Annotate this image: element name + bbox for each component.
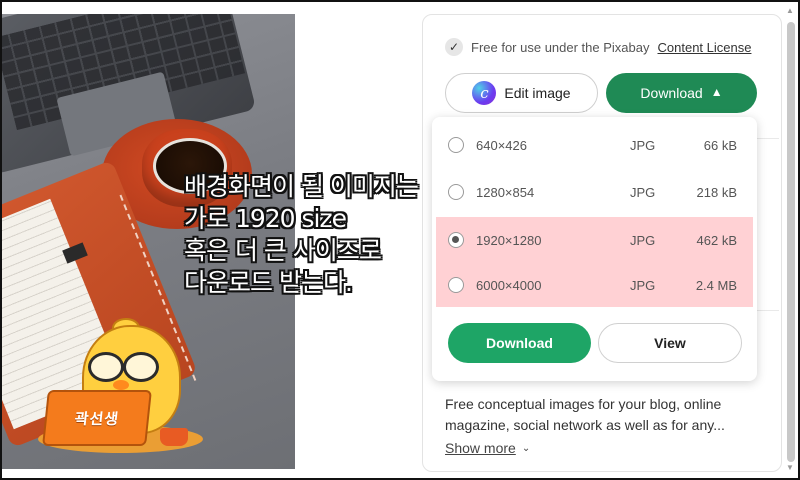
mascot-glasses-left bbox=[88, 352, 124, 382]
image-description: Free conceptual images for your blog, on… bbox=[445, 396, 725, 433]
download-button[interactable]: Download bbox=[448, 323, 591, 363]
chevron-up-icon: ▲ bbox=[710, 85, 723, 99]
panel-divider bbox=[757, 138, 779, 139]
size-option-640[interactable]: 640×426 JPG 66 kB bbox=[436, 123, 753, 167]
mascot-laptop: 곽선생 bbox=[42, 390, 152, 446]
show-more-link[interactable]: Show more ⌄ bbox=[445, 440, 530, 456]
edit-image-label: Edit image bbox=[504, 85, 571, 101]
size-option-6000[interactable]: 6000×4000 JPG 2.4 MB bbox=[436, 263, 753, 307]
caption-line: 가로 1920 size bbox=[184, 204, 347, 233]
license-text: Free for use under the Pixabay bbox=[471, 39, 650, 55]
option-format: JPG bbox=[630, 137, 656, 153]
license-notice: ✓ Free for use under the Pixabay Content… bbox=[445, 36, 751, 58]
option-dimensions: 640×426 bbox=[476, 137, 527, 153]
edit-image-button[interactable]: c Edit image bbox=[445, 73, 598, 113]
radio-button[interactable] bbox=[448, 277, 464, 293]
option-filesize: 2.4 MB bbox=[695, 277, 737, 293]
scroll-up-arrow-icon[interactable]: ▲ bbox=[786, 6, 794, 15]
option-dimensions: 1920×1280 bbox=[476, 232, 542, 248]
content-license-link[interactable]: Content License bbox=[658, 40, 752, 55]
option-format: JPG bbox=[630, 277, 656, 293]
show-more-label: Show more bbox=[445, 440, 516, 456]
chevron-down-icon: ⌄ bbox=[521, 442, 531, 454]
mascot-label: 곽선생 bbox=[73, 410, 120, 428]
option-filesize: 462 kB bbox=[696, 232, 737, 248]
option-filesize: 218 kB bbox=[696, 184, 737, 200]
option-dimensions: 6000×4000 bbox=[476, 277, 542, 293]
scroll-down-arrow-icon[interactable]: ▼ bbox=[786, 463, 794, 472]
panel-divider bbox=[757, 310, 779, 311]
caption-line: 배경화면이 될 이미지는 bbox=[184, 172, 419, 201]
download-toggle-label: Download bbox=[640, 85, 703, 101]
view-button[interactable]: View bbox=[598, 323, 742, 363]
radio-button[interactable] bbox=[448, 184, 464, 200]
check-icon: ✓ bbox=[445, 38, 463, 56]
download-toggle-button[interactable]: Download ▲ bbox=[606, 73, 757, 113]
scrollbar-thumb[interactable] bbox=[787, 22, 795, 462]
mascot-mug bbox=[160, 428, 188, 446]
option-format: JPG bbox=[630, 184, 656, 200]
radio-button[interactable] bbox=[448, 137, 464, 153]
mascot-beak bbox=[113, 380, 129, 390]
caption-line: 다운로드 받는다. bbox=[184, 268, 353, 297]
option-dimensions: 1280×854 bbox=[476, 184, 535, 200]
mascot-glasses-right bbox=[123, 352, 159, 382]
vertical-scrollbar[interactable]: ▲ ▼ bbox=[784, 2, 798, 476]
size-option-1280[interactable]: 1280×854 JPG 218 kB bbox=[436, 170, 753, 214]
caption-line: 혹은 더 큰 사이즈로 bbox=[184, 236, 382, 265]
option-filesize: 66 kB bbox=[703, 137, 737, 153]
overlay-caption: 배경화면이 될 이미지는 가로 1920 size 혹은 더 큰 사이즈로 다운… bbox=[184, 172, 419, 300]
option-format: JPG bbox=[630, 232, 656, 248]
size-option-1920[interactable]: 1920×1280 JPG 462 kB bbox=[436, 217, 753, 263]
canva-icon: c bbox=[472, 81, 497, 105]
radio-button-selected[interactable] bbox=[448, 232, 464, 248]
